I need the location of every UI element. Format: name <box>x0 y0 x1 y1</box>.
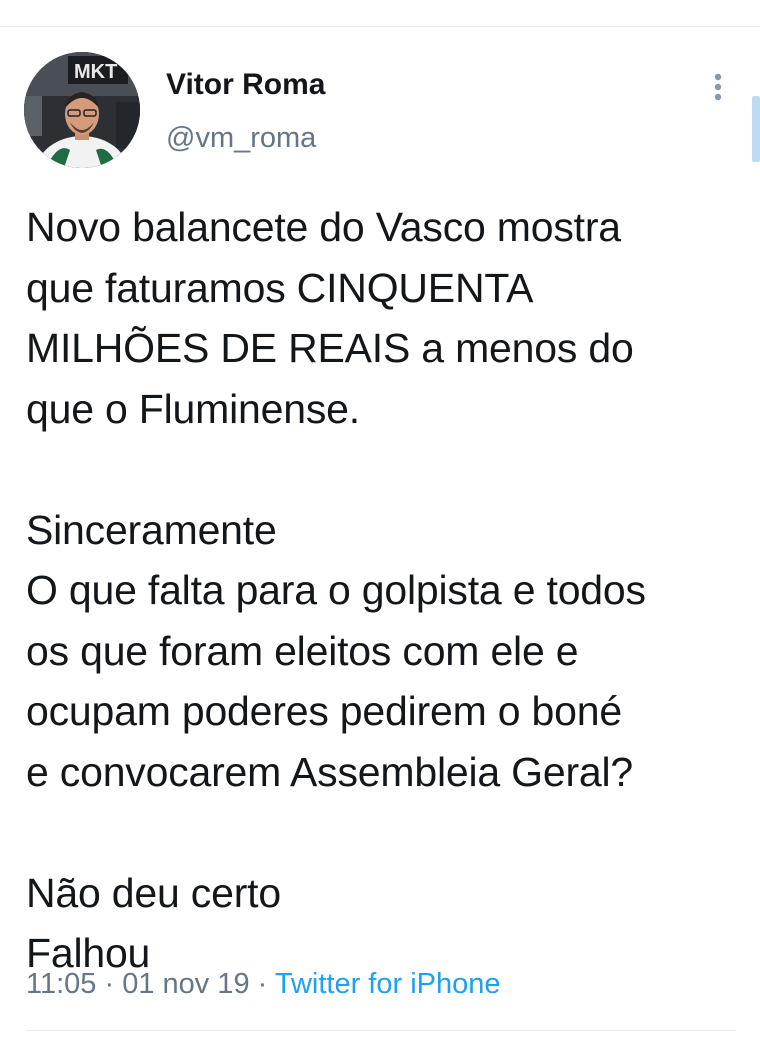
tweet-source-link[interactable]: Twitter for iPhone <box>275 968 501 1000</box>
user-handle[interactable]: @vm_roma <box>166 122 316 155</box>
bottom-divider <box>26 1030 736 1031</box>
display-name[interactable]: Vitor Roma <box>166 68 325 102</box>
meta-separator: · <box>96 968 123 1000</box>
tweet-time: 11:05 <box>26 968 97 1000</box>
tweet-meta: 11:05 · 01 nov 19 · Twitter for iPhone <box>26 968 501 1001</box>
scroll-indicator[interactable] <box>752 96 760 162</box>
avatar-image: MKT <box>24 52 140 168</box>
avatar[interactable]: MKT <box>24 52 140 168</box>
more-vertical-icon[interactable] <box>704 70 732 106</box>
top-divider <box>0 26 760 27</box>
avatar-backdrop-text: MKT <box>74 61 117 83</box>
tweet-text: Novo balancete do Vasco mostra que fatur… <box>26 204 646 976</box>
meta-separator: · <box>249 968 275 1000</box>
tweet-date: 01 nov 19 <box>122 968 250 1000</box>
